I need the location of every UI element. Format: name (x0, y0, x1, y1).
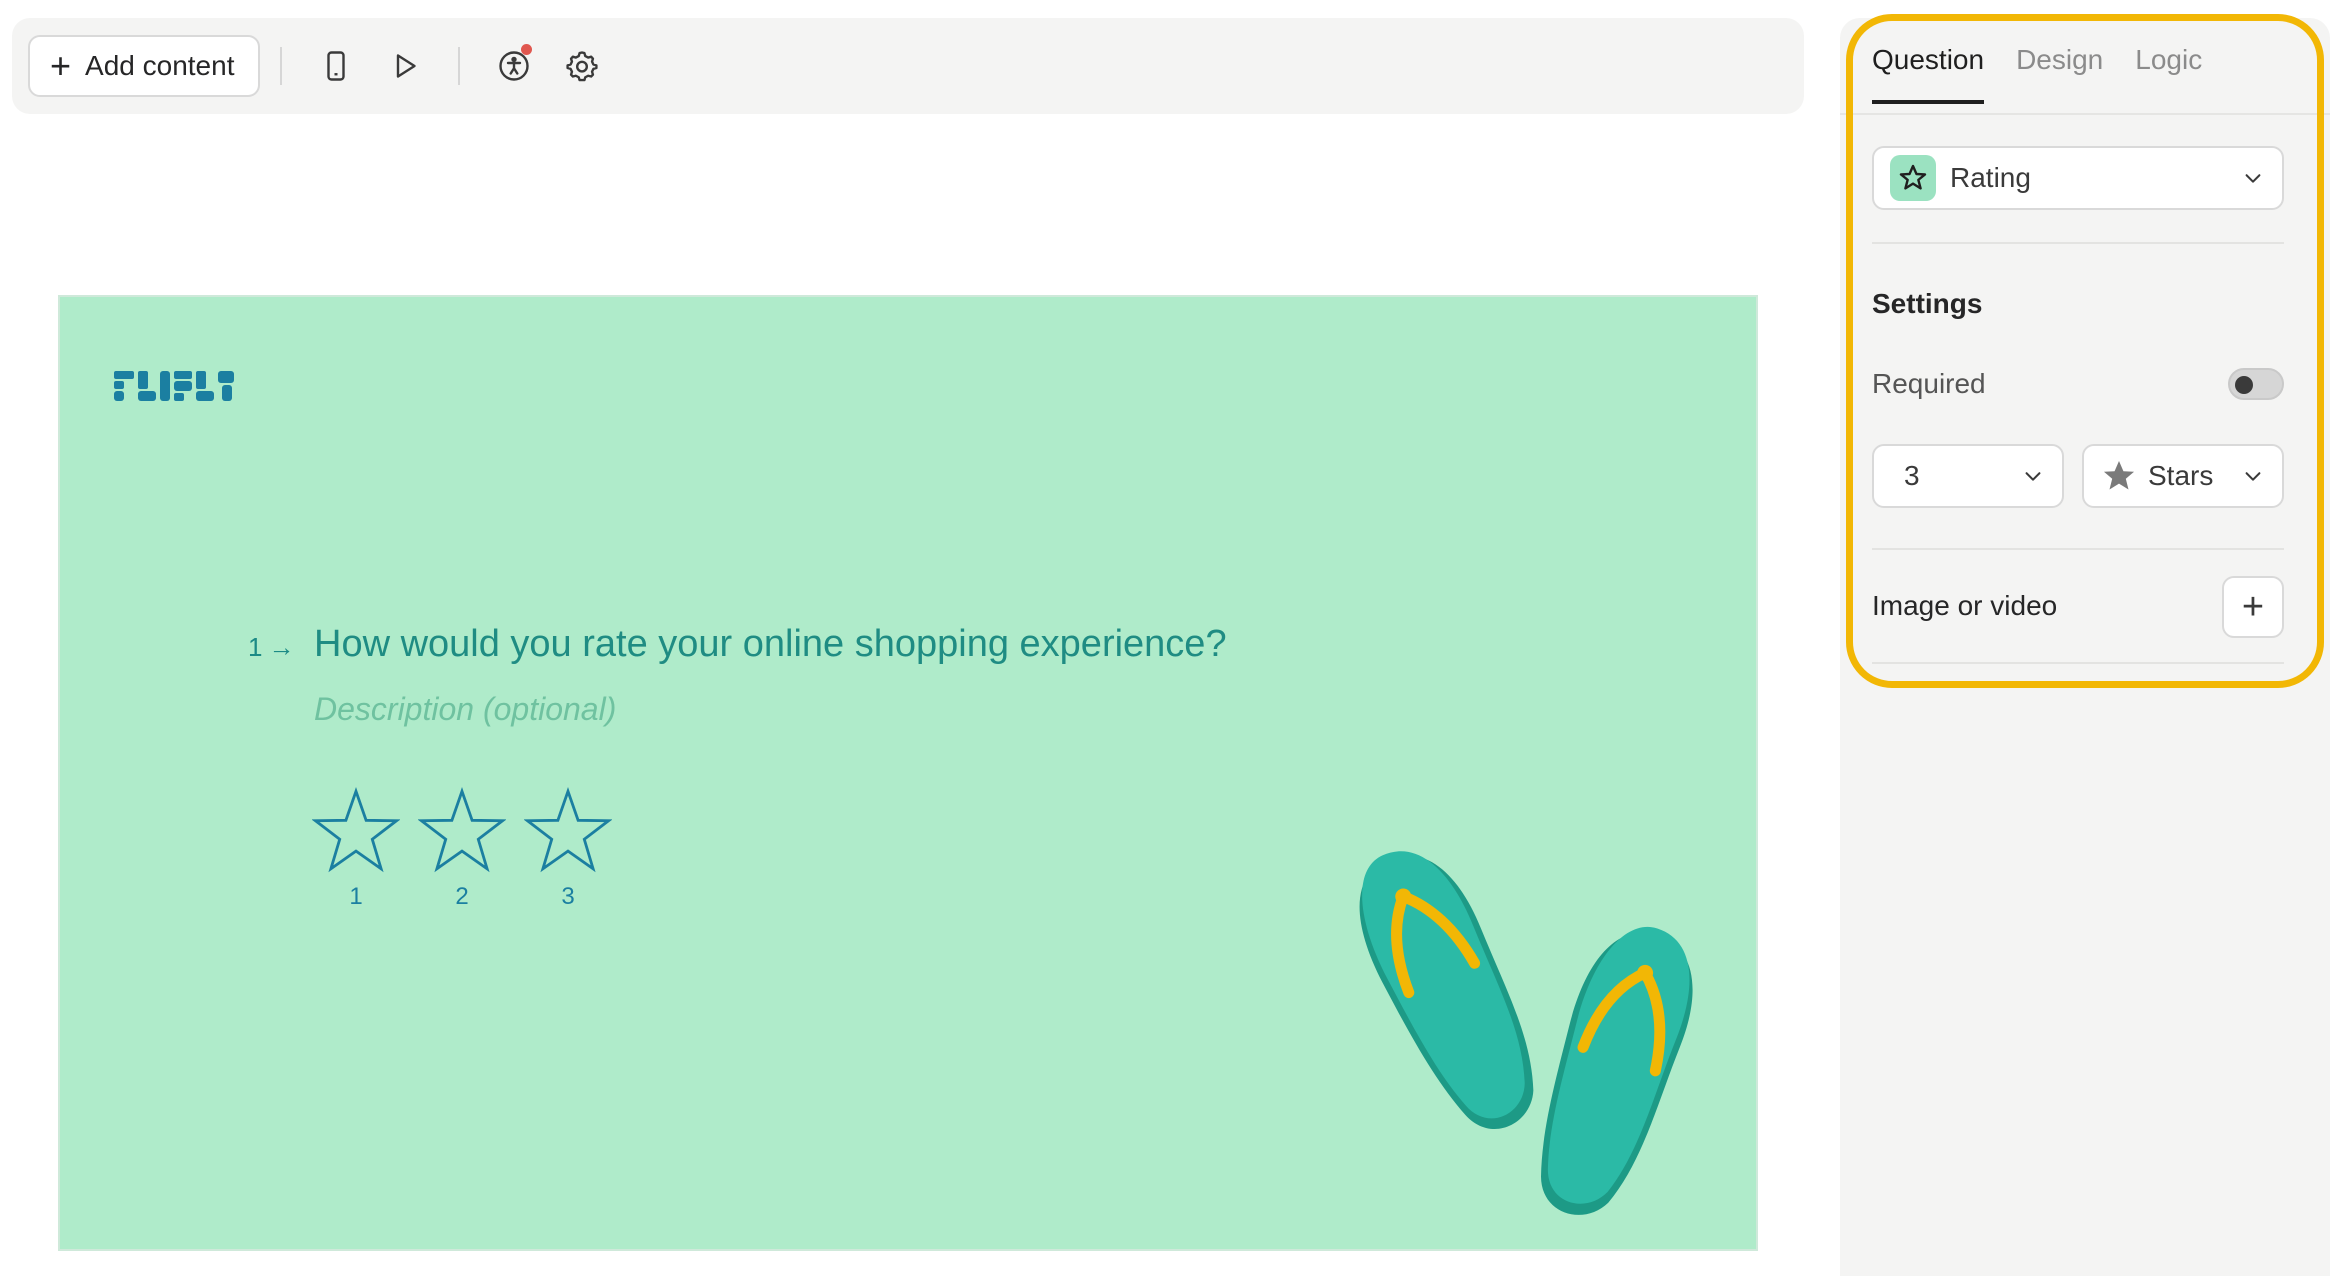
play-icon[interactable] (378, 40, 430, 92)
section-divider (1872, 242, 2284, 244)
required-label: Required (1872, 368, 1986, 399)
star-outline-icon (418, 787, 506, 873)
mobile-preview-icon[interactable] (310, 40, 362, 92)
star-outline-icon (524, 787, 612, 873)
tab-logic[interactable]: Logic (2135, 44, 2202, 104)
toolbar-divider (280, 47, 283, 85)
plus-icon: + (50, 45, 72, 86)
required-toggle[interactable] (2228, 368, 2284, 400)
rating-option[interactable]: 3 (524, 787, 612, 911)
rating-option[interactable]: 2 (418, 787, 506, 911)
rating-option-label: 2 (455, 883, 469, 910)
question-number: 1 → (248, 632, 294, 663)
rating-shape-select[interactable]: Stars (2082, 444, 2284, 508)
rating-count-select[interactable]: 3 (1872, 444, 2064, 508)
rating-shape-value: Stars (2148, 460, 2214, 491)
chevron-down-icon (2025, 472, 2041, 481)
toolbar: + Add content (12, 18, 1804, 114)
rating-count-value: 3 (1904, 460, 1920, 491)
accessibility-icon[interactable] (488, 40, 540, 92)
chevron-down-icon (2245, 174, 2261, 183)
tab-question[interactable]: Question (1872, 44, 1985, 104)
form-preview-canvas[interactable]: 1 → How would you rate your online shopp… (58, 295, 1758, 1251)
image-or-video-label: Image or video (1872, 590, 2058, 621)
settings-heading: Settings (1872, 288, 1983, 319)
panel-tabs: Question Design Logic (1872, 44, 2202, 104)
star-filled-icon (2103, 460, 2135, 490)
star-icon (1890, 155, 1936, 201)
rating-option-label: 3 (561, 883, 575, 910)
add-media-button[interactable]: + (2222, 576, 2284, 638)
rating-option[interactable]: 1 (312, 787, 400, 911)
add-content-button[interactable]: + Add content (28, 35, 261, 97)
gear-icon[interactable] (556, 40, 608, 92)
question-type-select[interactable]: Rating (1872, 146, 2284, 210)
section-divider (1872, 548, 2284, 550)
editor: + Add content 1 → How would you rate you… (0, 0, 2338, 1276)
rating-option-label: 1 (349, 883, 363, 910)
tabs-divider (1840, 113, 2330, 115)
brand-logo (114, 371, 234, 401)
section-divider (1872, 662, 2284, 664)
arrow-icon: → (268, 632, 295, 662)
tab-design[interactable]: Design (2016, 44, 2103, 104)
chevron-down-icon (2245, 472, 2261, 481)
toolbar-divider (458, 47, 461, 85)
rating-stars: 1 2 3 (312, 787, 612, 911)
question-description-field[interactable]: Description (optional) (314, 691, 616, 728)
question-title[interactable]: How would you rate your online shopping … (314, 623, 1227, 666)
question-number-value: 1 (248, 632, 263, 662)
plus-icon: + (2241, 585, 2265, 628)
question-type-label: Rating (1950, 162, 2031, 193)
star-outline-icon (312, 787, 400, 873)
flip-flops-illustration (1359, 851, 1693, 1215)
add-content-label: Add content (85, 50, 235, 81)
